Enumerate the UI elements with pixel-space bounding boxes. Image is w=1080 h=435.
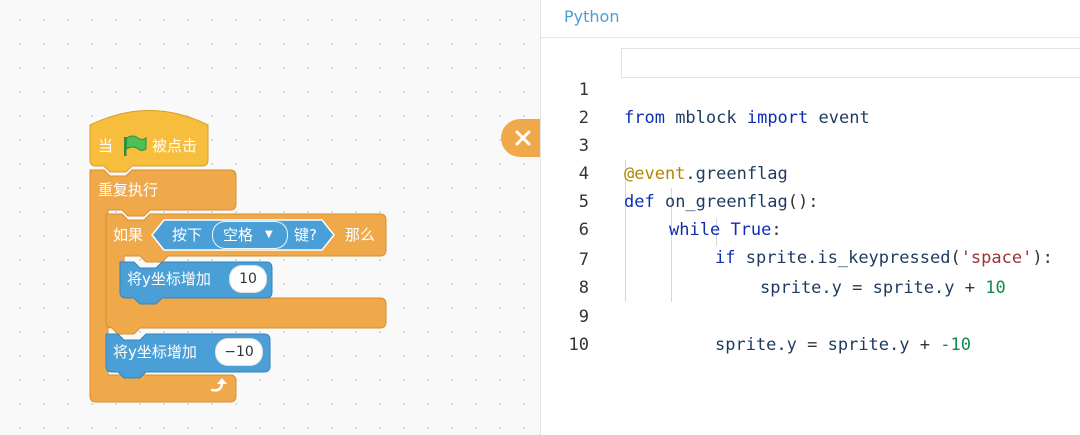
code-panel: Python 1 from mblock import event 2 3 @e… [540,0,1080,435]
change-y-value-input[interactable]: −10 [215,338,263,366]
code-line[interactable]: 9 sprite.y = sprite.y + -10 [541,275,1080,355]
tab-python[interactable]: Python [564,7,619,27]
if-label: 如果 [113,226,144,244]
attribute: sprite.y [715,335,797,355]
code-line[interactable]: 10 [541,303,1080,355]
tab-bar: Python [541,0,1080,38]
chevron-down-icon: ▼ [265,229,273,240]
code-line[interactable]: 6 if sprite.is_keypressed('space'): [541,188,1080,268]
code-line[interactable]: 7 sprite.y = sprite.y + 10 [541,218,1080,298]
block-stack-svg [89,110,387,403]
code-line[interactable]: 5 while True: [541,160,1080,240]
key-option-dropdown[interactable]: 空格 ▼ [212,221,288,249]
close-icon [515,130,531,146]
number-literal: -10 [940,335,971,355]
attribute: sprite.y [827,335,910,355]
code-line[interactable]: 8 [541,246,1080,298]
key-option-value: 空格 [223,226,254,244]
close-code-panel-button[interactable] [501,119,541,157]
block-workspace[interactable]: 当 被点击 重复执行 如果 按下 空格 ▼ 键? 那么 将y坐标增加 10 将y… [0,0,541,435]
code-line[interactable]: 3 @event.greenflag [541,104,1080,184]
hat-when-label: 当 [98,137,114,155]
change-y-value-input[interactable]: 10 [229,265,267,293]
operator: = [796,335,828,355]
forever-label: 重复执行 [98,181,159,199]
key-pressed-prefix-label: 按下 [172,226,203,244]
code-line[interactable]: 1 from mblock import event [541,48,1080,128]
code-line[interactable]: 4 def on_greenflag(): [541,132,1080,212]
code-line[interactable]: 2 [541,76,1080,128]
line-number: 10 [568,335,589,355]
then-label: 那么 [345,226,376,244]
operator: + [909,335,941,355]
key-pressed-suffix-label: 键? [294,226,317,244]
hat-clicked-label: 被点击 [152,137,198,155]
change-y-label: 将y坐标增加 [127,270,211,288]
change-y-label: 将y坐标增加 [113,343,197,361]
